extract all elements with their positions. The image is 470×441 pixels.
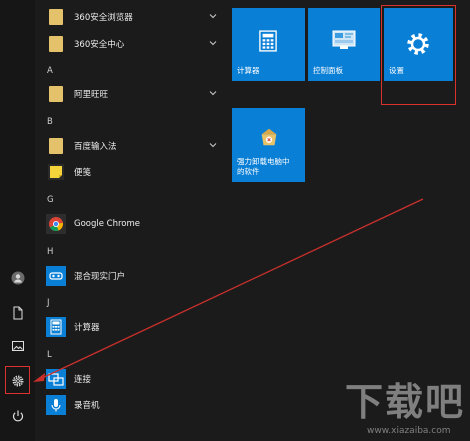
power-button[interactable] <box>0 401 35 431</box>
list-item-label: 360安全浏览器 <box>74 13 133 23</box>
list-item-connect[interactable]: 连接 <box>46 365 221 393</box>
document-icon <box>13 306 22 320</box>
settings-tile-highlight <box>381 5 456 105</box>
user-icon <box>11 271 24 285</box>
list-item-label: 混合现实门户 <box>74 272 126 282</box>
picture-icon <box>11 341 24 351</box>
tile-label: 计算器 <box>237 66 260 75</box>
section-letter-b[interactable]: B <box>47 117 53 127</box>
section-letter-j[interactable]: J <box>47 298 50 308</box>
folder-icon <box>46 84 66 104</box>
list-item-mixed-reality-portal[interactable]: 混合现实门户 <box>46 262 221 290</box>
documents-button[interactable] <box>0 298 35 328</box>
list-item-label: 录音机 <box>74 401 100 411</box>
chrome-icon <box>46 214 66 234</box>
chevron-down-icon[interactable] <box>209 89 217 97</box>
list-item-baidu-input[interactable]: 百度输入法 <box>46 132 221 160</box>
tile-uninstaller[interactable]: 强力卸载电脑中 的软件 <box>232 108 305 182</box>
chevron-down-icon[interactable] <box>209 12 217 20</box>
section-letter-a[interactable]: A <box>47 66 53 76</box>
watermark-url: www.xiazaiba.com <box>367 426 451 436</box>
microphone-icon <box>46 395 66 415</box>
mixed-reality-icon <box>46 266 66 286</box>
tile-label: 强力卸载电脑中 的软件 <box>237 157 290 176</box>
tile-label: 控制面板 <box>313 66 343 75</box>
list-item-calculator[interactable]: 计算器 <box>46 313 221 341</box>
folder-icon <box>46 34 66 54</box>
chevron-down-icon[interactable] <box>209 39 217 47</box>
watermark: 下载吧 www.xiazaiba.com <box>345 380 467 438</box>
list-item-label: 360安全中心 <box>74 40 125 50</box>
settings-rail-highlight <box>5 366 30 394</box>
user-avatar-button[interactable] <box>0 263 35 293</box>
list-item-360-browser[interactable]: 360安全浏览器 <box>46 3 221 31</box>
list-item-label: Google Chrome <box>74 219 141 229</box>
list-item-label: 百度输入法 <box>74 142 117 152</box>
section-letter-g[interactable]: G <box>47 195 54 205</box>
section-letter-l[interactable]: L <box>47 350 52 360</box>
tile-calculator[interactable]: 计算器 <box>232 8 305 81</box>
calculator-icon <box>46 317 66 337</box>
list-item-aliwangwang[interactable]: 阿里旺旺 <box>46 80 221 108</box>
connect-icon <box>46 369 66 389</box>
uninstall-icon <box>261 128 277 146</box>
list-item-label: 计算器 <box>74 323 100 333</box>
sticky-notes-icon <box>46 162 66 182</box>
list-item-label: 阿里旺旺 <box>74 90 109 100</box>
power-icon <box>12 410 23 422</box>
list-item-sticky-notes[interactable]: 便笺 <box>46 158 221 186</box>
list-item-label: 便笺 <box>74 168 92 178</box>
folder-icon <box>46 136 66 156</box>
list-item-label: 连接 <box>74 375 92 385</box>
list-item-360-security[interactable]: 360安全中心 <box>46 30 221 58</box>
chevron-down-icon[interactable] <box>209 141 217 149</box>
list-item-voice-recorder[interactable]: 录音机 <box>46 391 221 419</box>
calculator-icon <box>259 30 277 52</box>
watermark-logo: 下载吧 <box>345 380 466 424</box>
tile-control-panel[interactable]: 控制面板 <box>308 8 380 81</box>
pictures-button[interactable] <box>0 331 35 361</box>
folder-icon <box>46 7 66 27</box>
app-list: 360安全浏览器 360安全中心 A 阿里旺旺 B 百度输入法 便笺 G Goo… <box>38 0 223 441</box>
list-item-google-chrome[interactable]: Google Chrome <box>46 210 221 238</box>
section-letter-h[interactable]: H <box>47 247 53 257</box>
control-panel-icon <box>332 30 356 49</box>
